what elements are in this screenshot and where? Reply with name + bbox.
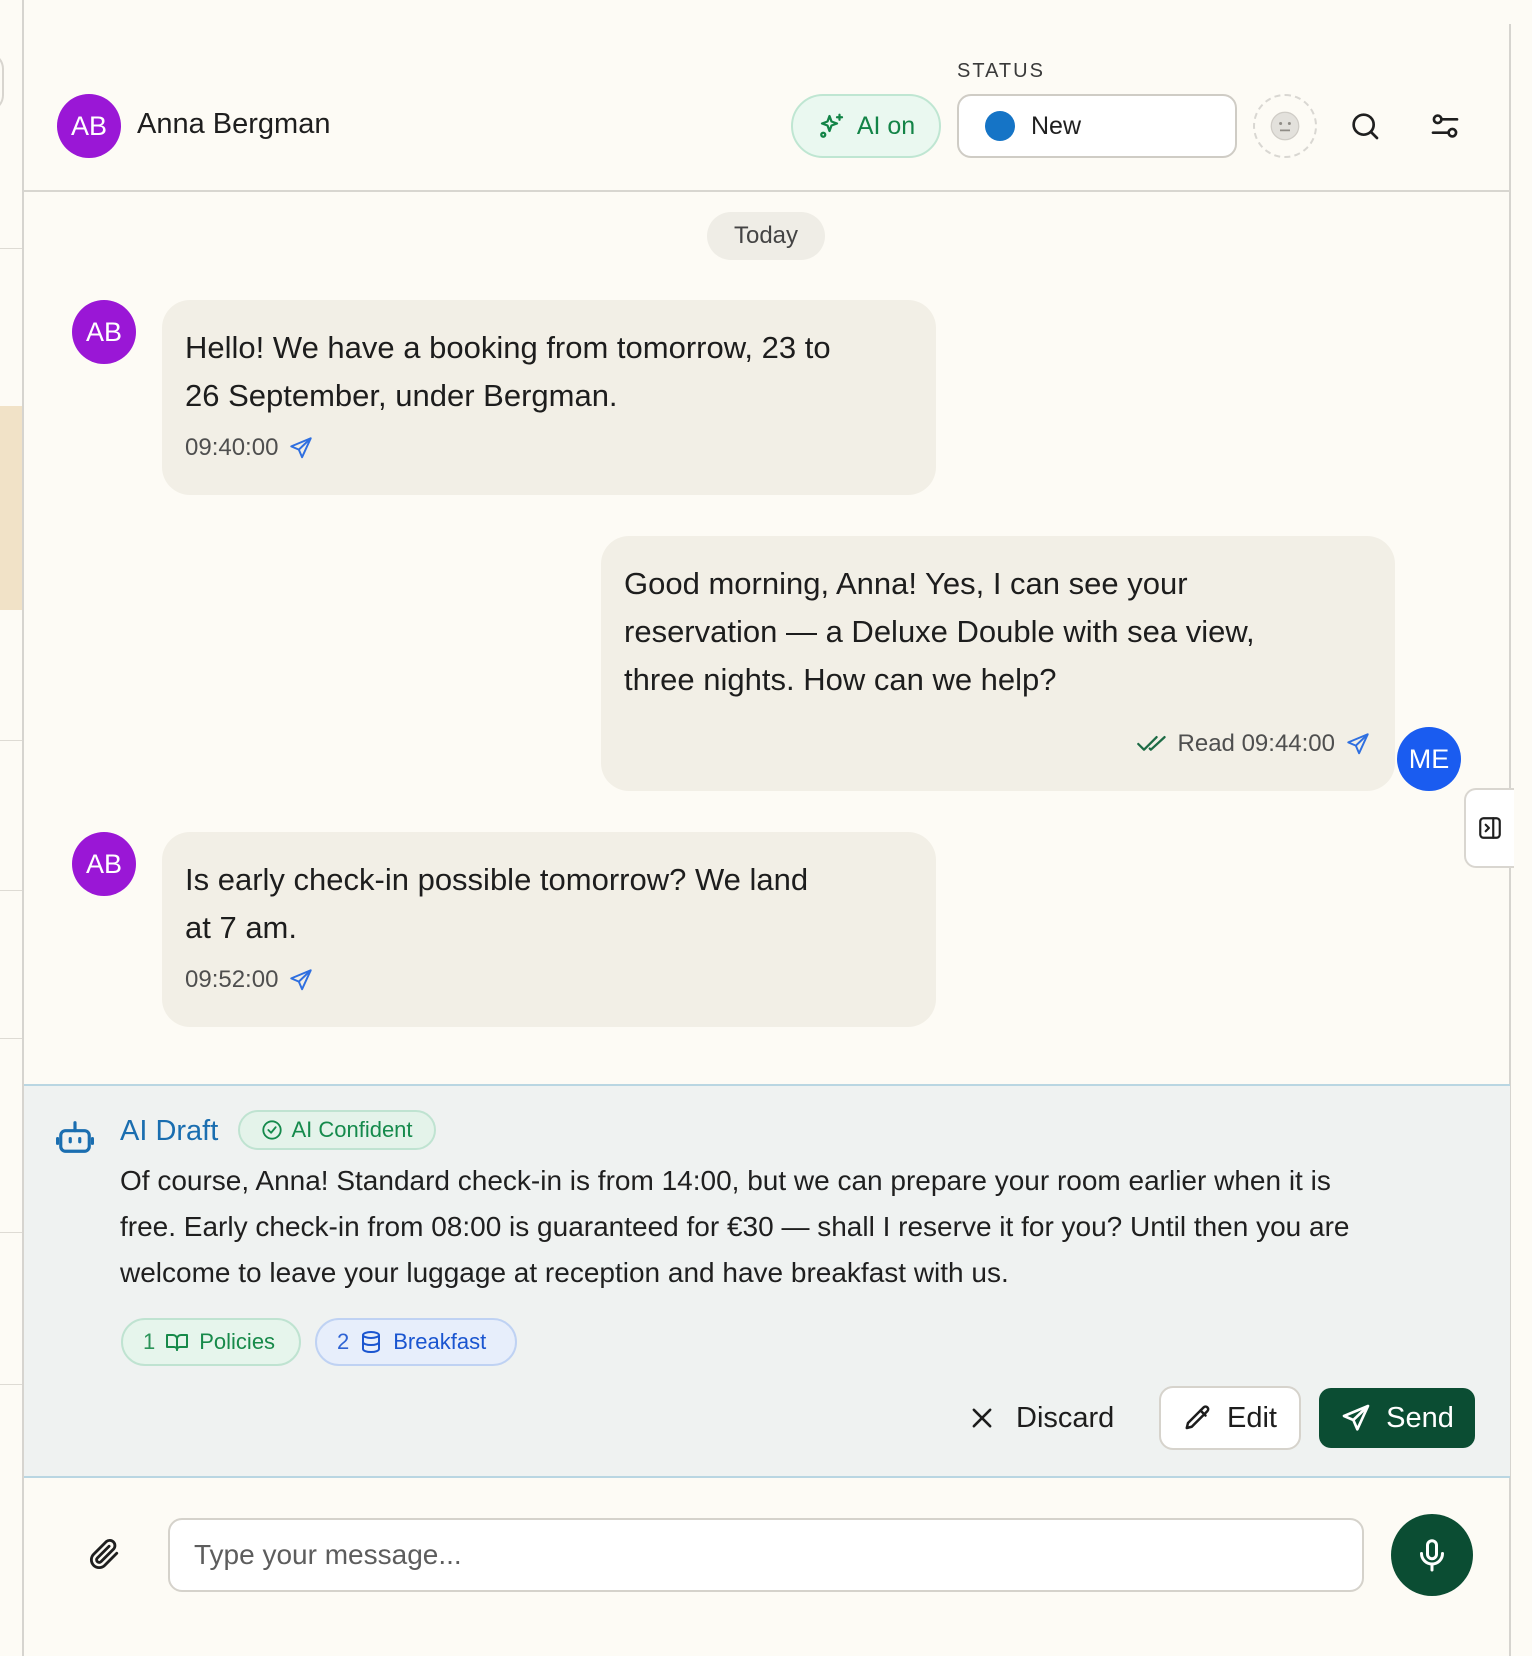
date-divider: Today xyxy=(707,212,825,260)
edit-button[interactable]: Edit xyxy=(1159,1386,1301,1450)
attach-button[interactable] xyxy=(82,1532,126,1576)
source-chip-policies[interactable]: 1 Policies xyxy=(121,1318,301,1366)
chat-header: AB Anna Bergman AI on STATUS New xyxy=(24,0,1510,192)
double-check-icon xyxy=(1136,736,1166,751)
status-dot-icon xyxy=(985,111,1015,141)
sparkles-icon xyxy=(819,113,843,138)
incoming-message: Is early check-in possible tomorrow? We … xyxy=(162,832,936,1027)
send-icon xyxy=(1342,1404,1370,1431)
message-input[interactable] xyxy=(168,1518,1364,1592)
source-number: 1 xyxy=(143,1329,156,1354)
message-meta: 09:52:00 xyxy=(185,966,314,994)
sliders-icon xyxy=(1431,114,1459,138)
divider xyxy=(0,890,22,891)
contact-avatar[interactable]: AB xyxy=(57,94,121,158)
status-label: STATUS xyxy=(957,60,1045,82)
ai-draft-text[interactable]: Of course, Anna! Standard check-in is fr… xyxy=(120,1158,1460,1296)
incoming-message: Hello! We have a booking from tomorrow, … xyxy=(162,300,936,495)
read-status: Read 09:44:00 xyxy=(1177,730,1335,757)
conversation-list-edge xyxy=(0,0,24,1656)
send-channel-icon xyxy=(1347,733,1369,755)
divider xyxy=(0,740,22,741)
book-icon xyxy=(166,1334,189,1351)
discard-button[interactable]: Discard xyxy=(968,1386,1130,1450)
ai-confident-badge: AI Confident xyxy=(238,1110,436,1150)
divider xyxy=(0,1038,22,1039)
send-button[interactable]: Send xyxy=(1319,1388,1475,1448)
neutral-face-icon xyxy=(1270,111,1300,141)
badge-label: AI Confident xyxy=(291,1117,413,1142)
outgoing-message: Good morning, Anna! Yes, I can see your … xyxy=(601,536,1395,791)
divider xyxy=(0,1384,22,1385)
check-circle-icon xyxy=(262,1120,283,1140)
message-text: Is early check-in possible tomorrow? We … xyxy=(185,862,809,945)
source-label: Breakfast xyxy=(393,1329,487,1354)
ai-draft-title: AI Draft xyxy=(120,1115,219,1147)
collapsed-search-field[interactable] xyxy=(0,52,4,112)
discard-label: Discard xyxy=(1016,1401,1115,1434)
edit-label: Edit xyxy=(1227,1401,1277,1434)
microphone-icon xyxy=(1420,1539,1444,1572)
source-chip-breakfast[interactable]: 2 Breakfast xyxy=(315,1318,517,1366)
divider xyxy=(0,1232,22,1233)
message-meta: Read 09:44:00 xyxy=(1136,730,1371,758)
panel-right-icon xyxy=(1479,817,1501,839)
close-icon xyxy=(972,1408,992,1428)
source-label: Policies xyxy=(199,1329,276,1354)
ai-draft-panel: AI Draft AI Confident Of course, Anna! S… xyxy=(24,1084,1510,1478)
contact-avatar: AB xyxy=(72,300,136,364)
divider xyxy=(0,248,22,249)
status-dropdown[interactable]: New xyxy=(957,94,1237,158)
message-time: 09:40:00 xyxy=(185,434,279,461)
pencil-icon xyxy=(1185,1405,1210,1430)
voice-record-button[interactable] xyxy=(1391,1514,1473,1596)
agent-avatar: ME xyxy=(1397,727,1461,791)
sentiment-button[interactable] xyxy=(1253,94,1317,158)
selected-conversation-row[interactable] xyxy=(0,406,22,610)
database-icon xyxy=(362,1331,381,1354)
message-meta: 09:40:00 xyxy=(185,434,314,462)
bot-icon xyxy=(56,1121,94,1153)
chat-panel: AB Anna Bergman AI on STATUS New Today A… xyxy=(24,0,1514,1656)
message-time: 09:52:00 xyxy=(185,966,279,993)
send-channel-icon xyxy=(290,437,313,459)
status-value: New xyxy=(1031,111,1082,140)
send-label: Send xyxy=(1386,1401,1454,1434)
source-number: 2 xyxy=(337,1329,350,1354)
send-channel-icon xyxy=(290,969,313,991)
message-text: Hello! We have a booking from tomorrow, … xyxy=(185,330,831,413)
message-text: Good morning, Anna! Yes, I can see your … xyxy=(624,566,1255,697)
search-button[interactable] xyxy=(1345,106,1385,146)
search-icon xyxy=(1352,113,1379,140)
contact-avatar: AB xyxy=(72,832,136,896)
contact-name[interactable]: Anna Bergman xyxy=(137,108,330,141)
paperclip-icon xyxy=(89,1538,119,1570)
toggle-side-panel-button[interactable] xyxy=(1464,788,1514,868)
ai-toggle-label: AI on xyxy=(856,111,916,140)
ai-toggle-button[interactable]: AI on xyxy=(791,94,941,158)
filter-settings-button[interactable] xyxy=(1425,106,1465,146)
